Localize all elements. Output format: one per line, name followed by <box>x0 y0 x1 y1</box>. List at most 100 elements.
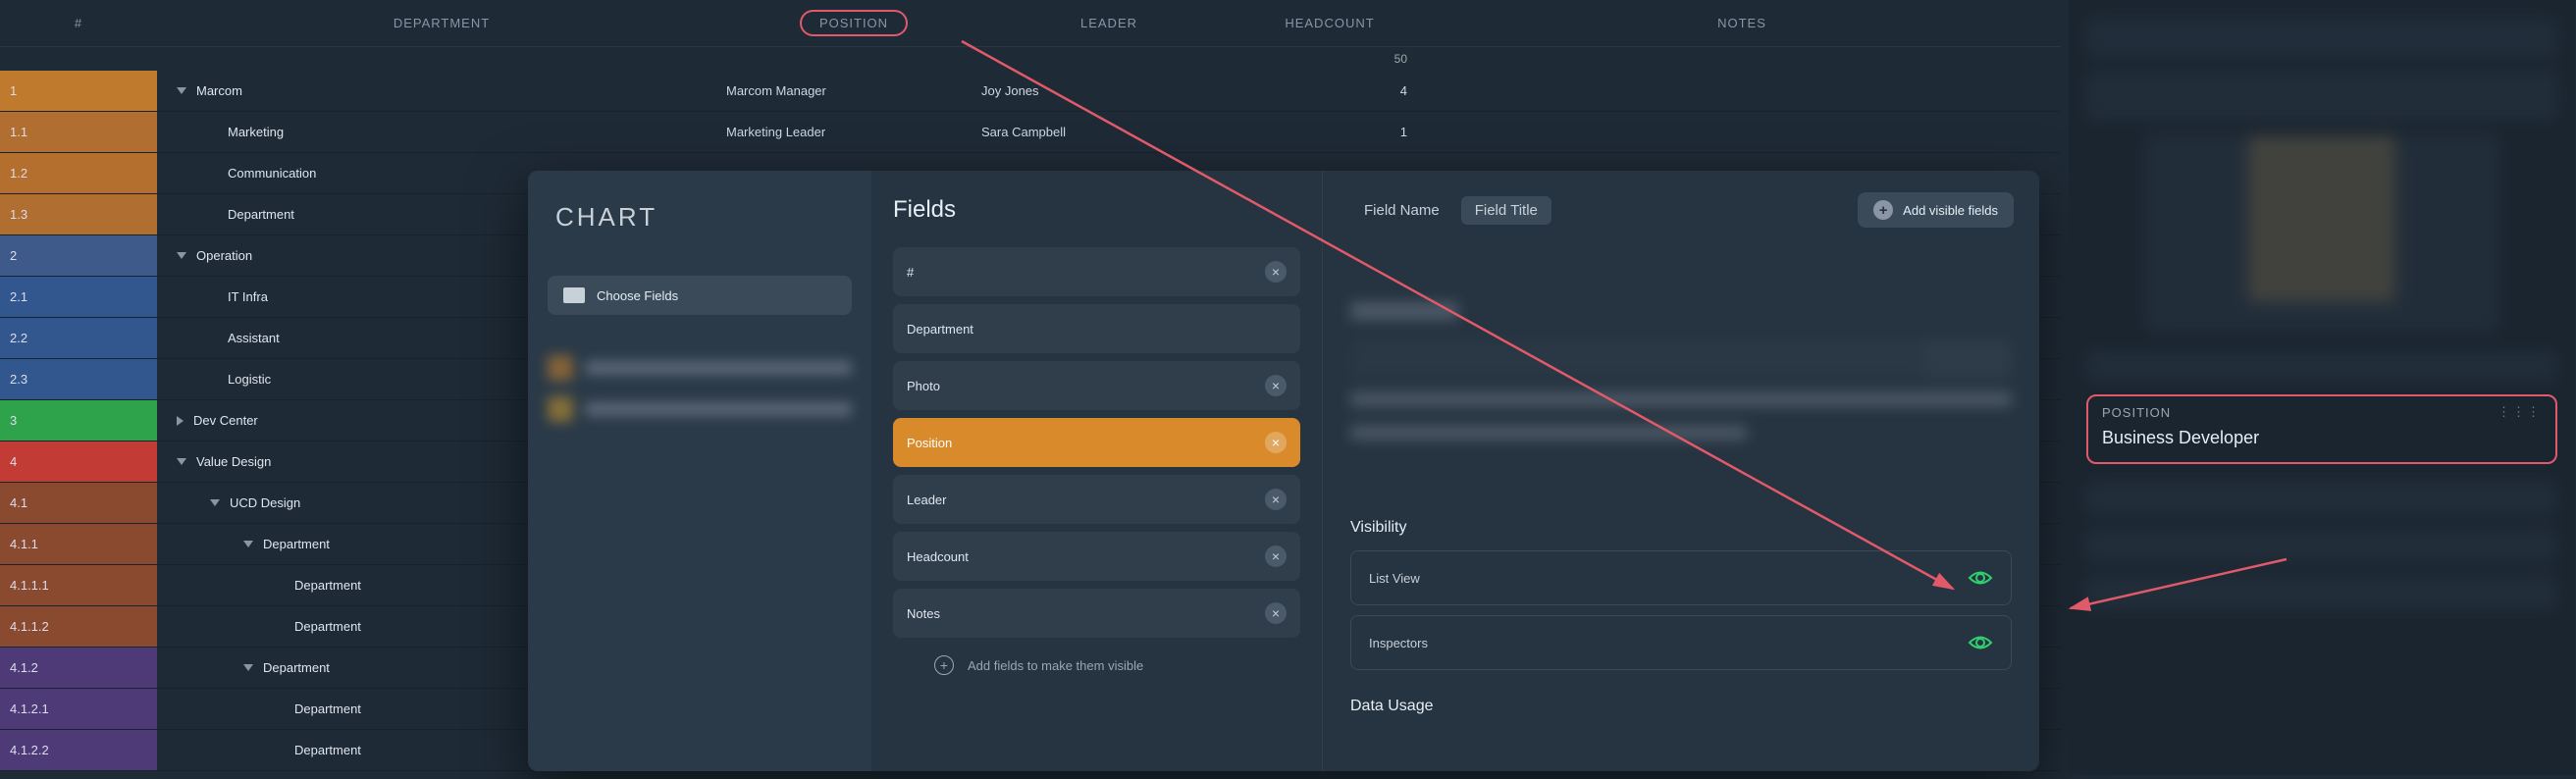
department-name: Department <box>294 701 361 716</box>
dialog-sidebar: CHART Choose Fields <box>528 171 871 771</box>
department-name: Department <box>263 537 330 551</box>
row-number: 4.1.1.2 <box>0 606 157 647</box>
tab-field-name[interactable]: Field Name <box>1350 196 1453 225</box>
row-position[interactable]: Marcom Manager <box>726 83 981 98</box>
row-number: 1 <box>0 71 157 111</box>
remove-field-icon[interactable]: × <box>1265 602 1287 624</box>
disclosure-triangle-icon[interactable] <box>243 541 253 547</box>
position-header-highlight: POSITION <box>800 10 908 36</box>
inspector-blurred-header <box>2086 18 2557 381</box>
header-department[interactable]: DEPARTMENT <box>157 16 726 30</box>
row-number: 2.1 <box>0 277 157 317</box>
row-number: 2.2 <box>0 318 157 358</box>
remove-field-icon[interactable]: × <box>1265 545 1287 567</box>
row-position[interactable]: Marketing Leader <box>726 125 981 139</box>
department-name: Value Design <box>196 454 271 469</box>
header-row: # DEPARTMENT POSITION LEADER HEADCOUNT N… <box>0 0 2061 47</box>
inspector-position-field[interactable]: POSITION ⋮⋮⋮ Business Developer <box>2086 394 2557 464</box>
field-item-label: Department <box>907 322 973 337</box>
inspector-panel: POSITION ⋮⋮⋮ Business Developer <box>2069 0 2575 775</box>
table-row[interactable]: 1.1MarketingMarketing LeaderSara Campbel… <box>0 112 2061 153</box>
field-detail-panel: Field Name Field Title + Add visible fie… <box>1323 171 2039 771</box>
department-name: Marcom <box>196 83 242 98</box>
visibility-item-label: List View <box>1369 571 1420 586</box>
visibility-item-label: Inspectors <box>1369 636 1428 650</box>
disclosure-triangle-icon[interactable] <box>210 499 220 506</box>
row-headcount[interactable]: 4 <box>1236 83 1423 98</box>
field-item-label: Position <box>907 436 952 450</box>
department-name: Department <box>263 660 330 675</box>
headcount-sum: 50 <box>1236 52 1423 66</box>
add-visible-fields-button[interactable]: + Add visible fields <box>1858 192 2014 228</box>
field-item-leader[interactable]: Leader × <box>893 475 1300 524</box>
drag-handle-icon[interactable]: ⋮⋮⋮ <box>2497 404 2542 420</box>
field-item-notes[interactable]: Notes × <box>893 589 1300 638</box>
disclosure-triangle-icon[interactable] <box>177 458 186 465</box>
choose-fields-label: Choose Fields <box>597 288 678 303</box>
remove-field-icon[interactable]: × <box>1265 375 1287 396</box>
inspector-position-value: Business Developer <box>2102 428 2542 448</box>
row-leader[interactable]: Sara Campbell <box>981 125 1236 139</box>
row-number: 4.1.2.1 <box>0 689 157 729</box>
department-name: UCD Design <box>230 495 300 510</box>
field-item-department[interactable]: Department <box>893 304 1300 353</box>
disclosure-triangle-icon[interactable] <box>177 87 186 94</box>
inspector-position-label: POSITION <box>2102 405 2171 420</box>
field-item-label: Headcount <box>907 549 969 564</box>
row-number: 4.1.2 <box>0 648 157 688</box>
table-row[interactable]: 1 Marcom Marcom ManagerJoy Jones4 <box>0 71 2061 112</box>
remove-field-icon[interactable]: × <box>1265 432 1287 453</box>
row-number: 4.1.1.1 <box>0 565 157 605</box>
department-name: Logistic <box>228 372 271 387</box>
eye-icon[interactable] <box>1968 569 1993 587</box>
row-number: 4.1.2.2 <box>0 730 157 770</box>
disclosure-triangle-icon[interactable] <box>177 252 186 259</box>
disclosure-triangle-icon[interactable] <box>177 416 184 426</box>
row-department[interactable]: Marcom <box>157 71 726 111</box>
row-number: 4 <box>0 441 157 482</box>
field-detail-blurred <box>1350 302 2012 459</box>
add-visible-label: Add visible fields <box>1903 203 1998 218</box>
row-number: 4.1 <box>0 483 157 523</box>
field-item-headcount[interactable]: Headcount × <box>893 532 1300 581</box>
add-fields-hint[interactable]: + Add fields to make them visible <box>893 655 1300 675</box>
data-usage-title: Data Usage <box>1350 698 2012 715</box>
department-name: Operation <box>196 248 252 263</box>
row-number: 4.1.1 <box>0 524 157 564</box>
department-name: Department <box>294 578 361 593</box>
row-department[interactable]: Marketing <box>157 112 726 152</box>
header-position[interactable]: POSITION <box>726 10 981 36</box>
eye-icon[interactable] <box>1968 634 1993 651</box>
header-headcount[interactable]: HEADCOUNT <box>1236 16 1423 30</box>
choose-fields-tab[interactable]: Choose Fields <box>548 276 852 315</box>
field-item-num[interactable]: #× <box>893 247 1300 296</box>
department-name: Dev Center <box>193 413 258 428</box>
inspector-blurred-rest <box>2086 482 2557 609</box>
header-notes[interactable]: NOTES <box>1423 16 2061 30</box>
row-leader[interactable]: Joy Jones <box>981 83 1236 98</box>
plus-icon: + <box>934 655 954 675</box>
tab-field-title[interactable]: Field Title <box>1461 196 1551 225</box>
visibility-list-view[interactable]: List View <box>1350 550 2012 605</box>
visibility-title: Visibility <box>1350 519 2012 537</box>
remove-field-icon[interactable]: × <box>1265 489 1287 510</box>
visibility-section: Visibility List View Inspectors Data Usa… <box>1350 519 2012 715</box>
field-item-label: Leader <box>907 493 946 507</box>
row-number: 1.1 <box>0 112 157 152</box>
field-item-photo[interactable]: Photo× <box>893 361 1300 410</box>
field-item-label: Notes <box>907 606 940 621</box>
disclosure-triangle-icon[interactable] <box>243 664 253 671</box>
header-num[interactable]: # <box>0 16 157 30</box>
dialog-title: CHART <box>548 202 852 233</box>
visibility-inspectors[interactable]: Inspectors <box>1350 615 2012 670</box>
department-name: Communication <box>228 166 316 181</box>
remove-field-icon[interactable]: × <box>1265 261 1287 283</box>
row-number: 1.2 <box>0 153 157 193</box>
field-item-position[interactable]: Position × <box>893 418 1300 467</box>
row-headcount[interactable]: 1 <box>1236 125 1423 139</box>
row-number: 3 <box>0 400 157 441</box>
field-item-label: # <box>907 265 914 280</box>
header-leader[interactable]: LEADER <box>981 16 1236 30</box>
other-tabs-blurred <box>548 354 852 423</box>
row-number: 1.3 <box>0 194 157 234</box>
